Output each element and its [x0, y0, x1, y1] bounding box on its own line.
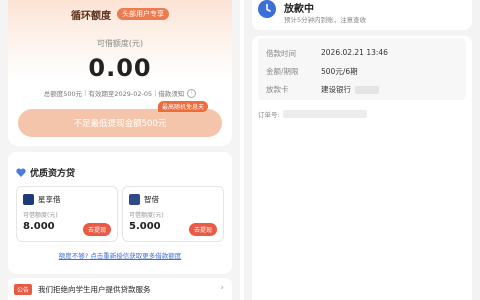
- loan-details-card: 借款时间 2026.02.21 13:46 金额/期限 500元/6期 放款卡 …: [252, 36, 472, 300]
- interest-free-tag: 最高随机免息天: [158, 101, 209, 112]
- lender-name: 智借: [144, 195, 159, 204]
- left-panel: 循环额度 头部用户专享 可借额度(元) 0.00 总额度500元 | 有效期至2…: [0, 0, 240, 300]
- exclusive-tag: 头部用户专享: [117, 8, 169, 20]
- available-label: 可借额度(元): [96, 39, 144, 48]
- separator: |: [84, 89, 87, 97]
- clock-icon: [258, 0, 276, 18]
- lenders-title-row: 优质资方贷: [16, 166, 75, 179]
- lender-card-xingxiangjie[interactable]: 星享借 可借额度(元) 8.000 去提现: [16, 186, 118, 242]
- loan-time-value: 2026.02.21 13:46: [321, 48, 388, 57]
- lender-name: 星享借: [38, 195, 61, 204]
- loan-status-card: 放款中 预计5分钟内到账，注意查收: [252, 0, 472, 30]
- available-amount: 0.00: [88, 54, 152, 82]
- lender-card-zhijie[interactable]: 智借 可借额度(元) 5.000 去提现: [122, 186, 224, 242]
- loan-notice-link[interactable]: 借款须知: [158, 88, 184, 98]
- payout-card-label: 放款卡: [266, 85, 289, 94]
- heart-icon: [16, 168, 26, 177]
- validity: 有效期至2029-02-05: [88, 90, 153, 98]
- lender-amount: 8.000: [23, 221, 55, 232]
- payout-card-value: 建设银行: [321, 84, 379, 95]
- reauthorize-link[interactable]: 额度不够? 点击重新授信获取更多借款额度: [8, 250, 232, 260]
- credit-info-line: 总额度500元 | 有效期至2029-02-05 | 借款须知 i: [8, 88, 232, 98]
- lender-limit-label: 可借额度(元): [23, 212, 58, 219]
- amount-term-value: 500元/6期: [321, 67, 358, 76]
- order-number-label: 订单号:: [258, 111, 280, 119]
- notice-text: 我们拒绝向学生用户提供贷款服务: [38, 285, 151, 294]
- loan-details-box: 借款时间 2026.02.21 13:46 金额/期限 500元/6期 放款卡 …: [258, 38, 466, 100]
- lender-withdraw-button[interactable]: 去提现: [188, 223, 217, 236]
- masked-card-number: [355, 86, 379, 94]
- lender-logo: [23, 194, 34, 205]
- order-number-row: 订单号:: [258, 109, 367, 119]
- bank-name: 建设银行: [321, 85, 351, 94]
- info-icon[interactable]: i: [187, 88, 197, 98]
- credit-card-header: 循环额度 头部用户专享: [8, 5, 232, 23]
- lenders-title: 优质资方贷: [30, 169, 76, 179]
- loan-status-title: 放款中: [284, 4, 314, 15]
- premium-lenders-card: 优质资方贷 星享借 可借额度(元) 8.000 去提现 智借 可借额度(元) 5…: [8, 152, 232, 274]
- separator: |: [154, 89, 157, 97]
- credit-title: 循环额度: [71, 10, 111, 22]
- credit-card: 循环额度 头部用户专享 可借额度(元) 0.00 总额度500元 | 有效期至2…: [8, 0, 232, 146]
- total-limit: 总额度500元: [43, 90, 83, 98]
- chevron-right-icon: ›: [220, 283, 224, 293]
- right-panel: 放款中 预计5分钟内到账，注意查收 借款时间 2026.02.21 13:46 …: [244, 0, 480, 300]
- masked-order-number: [282, 110, 367, 118]
- lender-withdraw-button[interactable]: 去提现: [82, 223, 111, 236]
- lender-logo: [129, 194, 140, 205]
- lender-amount: 5.000: [129, 221, 161, 232]
- loan-status-description: 预计5分钟内到账，注意查收: [284, 16, 367, 24]
- withdraw-button[interactable]: 不足最低提现金额500元: [18, 109, 222, 137]
- amount-term-label: 金额/期限: [266, 67, 299, 76]
- notice-bar[interactable]: 公告 我们拒绝向学生用户提供贷款服务 ›: [8, 278, 232, 300]
- loan-time-label: 借款时间: [266, 49, 296, 58]
- lender-limit-label: 可借额度(元): [129, 212, 164, 219]
- notice-badge: 公告: [14, 284, 33, 295]
